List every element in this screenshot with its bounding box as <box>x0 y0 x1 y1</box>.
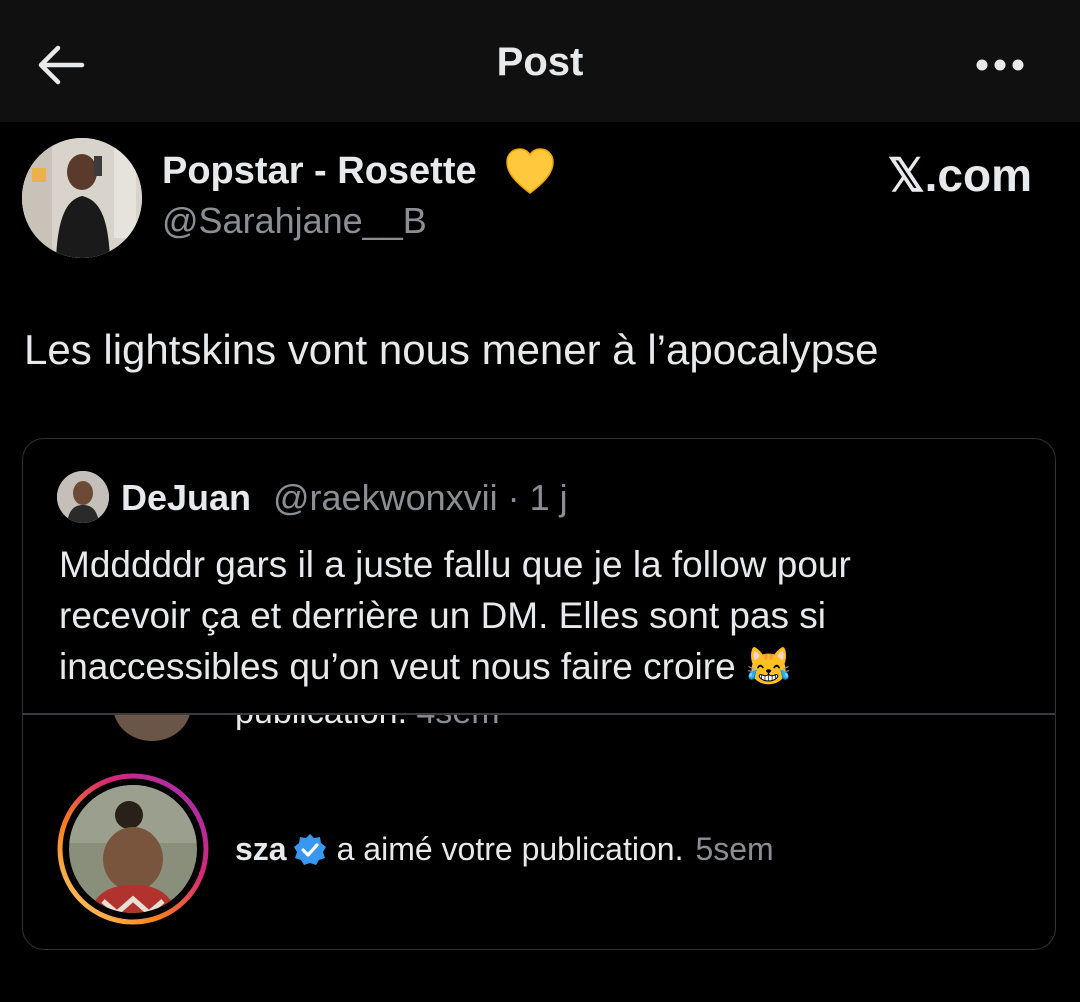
previous-notification-label: publication. <box>235 715 407 731</box>
author-avatar[interactable] <box>22 138 142 258</box>
quoted-post-text: Mdddddr gars il a juste fallu que je la … <box>59 544 851 687</box>
notification-action: a aimé votre publication. <box>336 831 684 867</box>
notification-username[interactable]: sza <box>235 831 287 868</box>
media-previous-row: publication. 4sem <box>23 715 1055 745</box>
quoted-author-name[interactable]: DeJuan <box>121 477 251 519</box>
previous-notification-time: 4sem <box>416 715 499 731</box>
story-avatar-photo <box>57 773 209 925</box>
story-ring-avatar[interactable] <box>57 773 209 925</box>
author-handle[interactable]: @Sarahjane__B <box>162 200 427 242</box>
quoted-avatar-photo <box>57 471 109 523</box>
page-title: Post <box>496 40 584 84</box>
like-notification: sza a aimé votre publication. 5sem <box>235 831 774 868</box>
top-bar: Post <box>0 0 1080 122</box>
more-horizontal-icon <box>976 59 1024 71</box>
x-com-watermark: 𝕏.com <box>887 149 1032 201</box>
avatar-photo <box>22 138 142 258</box>
author-name[interactable]: Popstar - Rosette <box>162 150 477 193</box>
previous-notification-text: publication. 4sem <box>235 715 500 732</box>
more-options-button[interactable] <box>970 50 1030 80</box>
quoted-author-handle[interactable]: @raekwonxvii · 1 j <box>273 477 568 519</box>
previous-avatar <box>113 715 191 741</box>
verified-badge-icon <box>293 833 327 867</box>
quoted-author-avatar[interactable] <box>57 471 109 523</box>
post-text: Les lightskins vont nous mener à l’apoca… <box>24 326 879 373</box>
quoted-post-card[interactable]: DeJuan @raekwonxvii · 1 j Mdddddr gars i… <box>22 438 1056 950</box>
yellow-heart-icon <box>504 146 556 198</box>
notification-time: 5sem <box>695 831 774 867</box>
